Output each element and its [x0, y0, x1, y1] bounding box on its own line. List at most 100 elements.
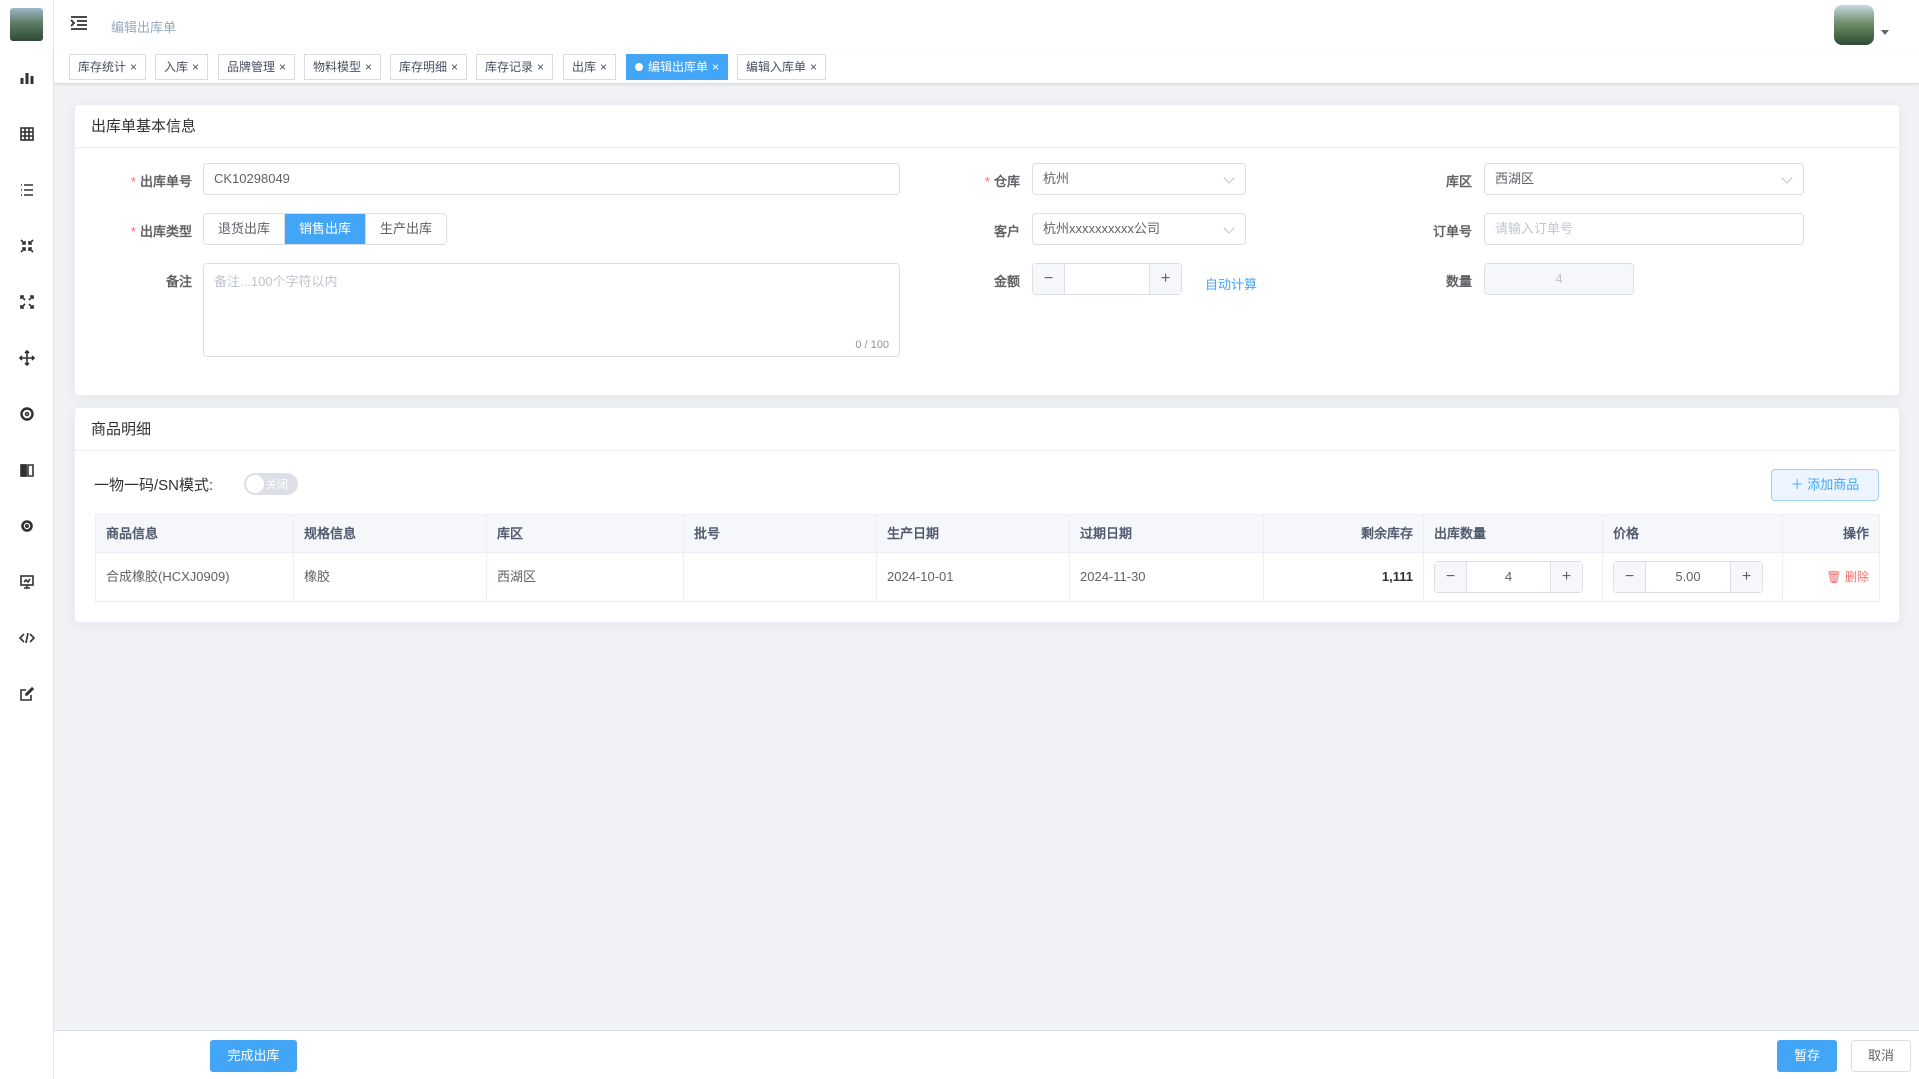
auto-calc-link[interactable]: 自动计算	[1205, 274, 1257, 293]
cell-mfg-date: 2024-10-01	[877, 553, 1070, 601]
close-icon[interactable]: ×	[279, 55, 286, 79]
customer-select[interactable]: 杭州xxxxxxxxxx公司	[1032, 213, 1246, 245]
tags-view: 库存统计 × 入库 × 品牌管理 × 物料模型 × 库存明细 × 库存记录 × 出库 × 编辑…	[54, 50, 1919, 84]
price-input[interactable]: 5.00	[1646, 562, 1730, 592]
close-icon[interactable]: ×	[712, 55, 719, 79]
table-row: 合成橡胶(HCXJ0909) 橡胶 西湖区 2024-10-01 2024-11…	[96, 553, 1879, 601]
type-return-button[interactable]: 退货出库	[204, 214, 286, 244]
cell-product: 合成橡胶(HCXJ0909)	[96, 553, 294, 601]
save-draft-button[interactable]: 暂存	[1777, 1040, 1837, 1072]
zone-value: 西湖区	[1495, 171, 1535, 186]
active-dot-icon	[635, 63, 643, 71]
hamburger-icon[interactable]	[70, 15, 88, 31]
expand-icon[interactable]	[17, 292, 37, 312]
tag-inventory-records[interactable]: 库存记录 ×	[476, 54, 554, 80]
plus-icon[interactable]: +	[1730, 562, 1762, 592]
close-icon[interactable]: ×	[130, 55, 137, 79]
zone-select[interactable]: 西湖区	[1484, 163, 1804, 195]
close-icon[interactable]: ×	[537, 55, 544, 79]
cell-zone: 西湖区	[487, 553, 684, 601]
tag-label: 编辑出库单	[648, 60, 709, 74]
tag-label: 物料模型	[313, 60, 362, 74]
plus-icon[interactable]: +	[1550, 562, 1582, 592]
close-icon[interactable]: ×	[192, 55, 199, 79]
type-production-button[interactable]: 生产出库	[366, 214, 447, 244]
customer-label: 客户	[993, 224, 1020, 239]
tag-inventory-detail[interactable]: 库存明细 ×	[390, 54, 468, 80]
amount-stepper: − +	[1032, 263, 1182, 295]
col-action: 操作	[1783, 515, 1879, 553]
warehouse-select[interactable]: 杭州	[1032, 163, 1246, 195]
tag-material-model[interactable]: 物料模型 ×	[304, 54, 382, 80]
cell-exp-date: 2024-11-30	[1070, 553, 1264, 601]
switch-knob	[246, 475, 264, 493]
footer-bar: 完成出库 暂存 取消	[54, 1030, 1919, 1079]
customer-value: 杭州xxxxxxxxxx公司	[1043, 221, 1161, 236]
close-icon[interactable]: ×	[451, 55, 458, 79]
tag-brand-management[interactable]: 品牌管理 ×	[218, 54, 296, 80]
sn-mode-switch[interactable]: 关闭	[244, 473, 298, 495]
caret-down-icon[interactable]	[1881, 30, 1889, 35]
col-stock: 剩余库存	[1264, 515, 1424, 553]
warehouse-label: * 仓库	[984, 174, 1020, 189]
move-icon[interactable]	[17, 348, 37, 368]
code-icon[interactable]	[17, 628, 37, 648]
tag-outbound[interactable]: 出库 ×	[563, 54, 617, 80]
gear-icon[interactable]	[17, 516, 37, 536]
complete-outbound-button[interactable]: 完成出库	[210, 1040, 297, 1072]
list-icon[interactable]	[17, 180, 37, 200]
tag-label: 入库	[164, 60, 189, 74]
minus-icon[interactable]: −	[1435, 562, 1467, 592]
price-stepper: − 5.00 +	[1613, 561, 1763, 593]
table-header-row: 商品信息 规格信息 库区 批号 生产日期 过期日期 剩余库存 出库数量 价格 操…	[96, 515, 1879, 553]
avatar[interactable]	[1834, 5, 1874, 45]
warehouse-value: 杭州	[1043, 171, 1070, 186]
switch-text: 关闭	[266, 479, 288, 491]
delete-button[interactable]: 🗑 删除	[1826, 570, 1869, 584]
product-table: 商品信息 规格信息 库区 批号 生产日期 过期日期 剩余库存 出库数量 价格 操…	[95, 514, 1880, 602]
order-number-label: 订单号	[1432, 224, 1472, 239]
type-sales-button[interactable]: 销售出库	[285, 214, 367, 244]
cell-price: − 5.00 +	[1603, 553, 1783, 601]
col-exp-date: 过期日期	[1070, 515, 1264, 553]
tag-label: 编辑入库单	[746, 60, 807, 74]
qty-input[interactable]: 4	[1467, 562, 1550, 592]
order-no-label: * 出库单号	[130, 174, 192, 189]
add-product-label: 添加商品	[1807, 477, 1860, 492]
circle-icon[interactable]	[17, 404, 37, 424]
edit-icon[interactable]	[17, 684, 37, 704]
quantity-input: 4	[1484, 263, 1634, 295]
breadcrumb: 编辑出库单	[111, 20, 177, 35]
col-product: 商品信息	[96, 515, 294, 553]
table-icon[interactable]	[17, 124, 37, 144]
outbound-type-group: 退货出库 销售出库 生产出库	[203, 213, 448, 245]
tag-inventory-stats[interactable]: 库存统计 ×	[69, 54, 147, 80]
add-product-button[interactable]: ＋ 添加商品	[1771, 469, 1879, 501]
monitor-icon[interactable]	[17, 572, 37, 592]
tag-edit-inbound-order[interactable]: 编辑入库单 ×	[737, 54, 827, 80]
col-spec: 规格信息	[294, 515, 487, 553]
bar-chart-icon[interactable]	[17, 68, 37, 88]
tag-edit-outbound-order[interactable]: 编辑出库单 ×	[626, 54, 729, 80]
minus-icon[interactable]: −	[1614, 562, 1646, 592]
order-number-input[interactable]: 请输入订单号	[1484, 213, 1804, 245]
chevron-down-icon	[1223, 172, 1235, 184]
tag-inbound[interactable]: 入库 ×	[155, 54, 209, 80]
remark-textarea[interactable]: 备注...100个字符以内 0 / 100	[203, 263, 900, 357]
shrink-icon[interactable]	[17, 236, 37, 256]
col-zone: 库区	[487, 515, 684, 553]
close-icon[interactable]: ×	[600, 55, 607, 79]
order-no-input[interactable]: CK10298049	[203, 163, 900, 195]
chevron-down-icon	[1223, 222, 1235, 234]
amount-input[interactable]	[1065, 264, 1149, 294]
card-title: 商品明细	[75, 408, 1899, 451]
cancel-button[interactable]: 取消	[1851, 1040, 1911, 1072]
minus-icon[interactable]: −	[1033, 264, 1065, 294]
col-qty: 出库数量	[1424, 515, 1603, 553]
remark-label: 备注	[165, 274, 192, 289]
plus-icon[interactable]: +	[1149, 264, 1181, 294]
logo[interactable]	[10, 8, 43, 41]
book-icon[interactable]	[17, 460, 37, 480]
close-icon[interactable]: ×	[365, 55, 372, 79]
close-icon[interactable]: ×	[810, 55, 817, 79]
